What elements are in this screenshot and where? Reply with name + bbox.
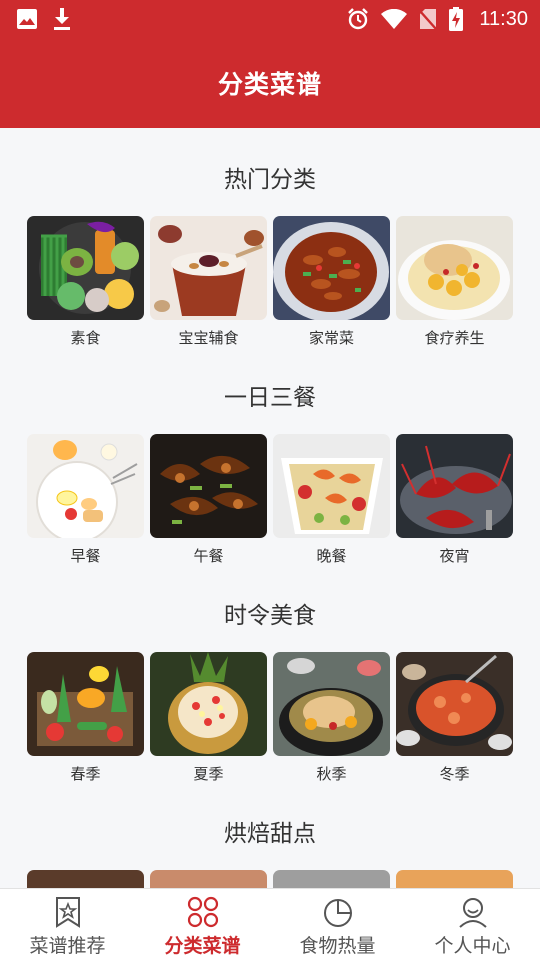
page-title: 分类菜谱 — [217, 70, 322, 99]
category-tile[interactable]: 冬季 — [396, 652, 513, 792]
category-label: 食疗养生 — [424, 329, 485, 347]
category-grid: 早餐 午餐 晚餐 夜宵 — [27, 434, 513, 574]
category-label: 晚餐 — [316, 547, 347, 565]
category-tile[interactable]: 素食 — [27, 216, 144, 356]
category-image — [27, 434, 144, 538]
alarm-icon — [348, 8, 369, 30]
battery-charging-icon — [449, 7, 464, 31]
category-grid: 春季 夏季 秋季 冬季 — [27, 652, 513, 792]
section-title: 一日三餐 — [224, 385, 316, 411]
category-image — [150, 870, 267, 888]
category-tile[interactable] — [396, 870, 513, 888]
image-icon — [17, 9, 37, 29]
category-image — [273, 216, 390, 320]
category-label: 早餐 — [70, 547, 101, 565]
nav-label: 食物热量 — [299, 935, 376, 957]
category-label: 宝宝辅食 — [178, 329, 239, 347]
category-tile[interactable]: 家常菜 — [273, 216, 390, 356]
app-header: 分类菜谱 — [0, 38, 540, 128]
category-tile[interactable]: 午餐 — [150, 434, 267, 574]
category-label: 春季 — [70, 765, 101, 783]
category-label: 秋季 — [316, 765, 347, 783]
nav-label: 分类菜谱 — [164, 935, 241, 957]
bottom-nav: 菜谱推荐 分类菜谱 食物热量 个人中心 — [0, 888, 540, 960]
category-image — [396, 652, 513, 756]
bookmark-star-icon — [56, 897, 80, 928]
category-image — [273, 652, 390, 756]
download-icon — [54, 8, 70, 30]
section-title: 时令美食 — [224, 603, 316, 629]
nav-item-personal-center[interactable]: 个人中心 — [405, 889, 540, 960]
category-image — [150, 652, 267, 756]
section-title: 烘焙甜点 — [224, 821, 316, 847]
category-tile[interactable]: 晚餐 — [273, 434, 390, 574]
category-tile[interactable]: 夏季 — [150, 652, 267, 792]
category-label: 家常菜 — [308, 329, 354, 347]
category-label: 素食 — [70, 329, 101, 347]
pie-chart-icon — [324, 899, 352, 927]
category-tile[interactable]: 早餐 — [27, 434, 144, 574]
category-image — [150, 216, 267, 320]
wifi-icon — [381, 9, 408, 29]
category-label: 冬季 — [439, 765, 470, 783]
nav-label: 个人中心 — [434, 935, 511, 957]
user-icon — [459, 898, 487, 928]
category-tile[interactable]: 食疗养生 — [396, 216, 513, 356]
category-image — [273, 434, 390, 538]
grid-icon — [187, 896, 219, 928]
category-label: 夜宵 — [439, 547, 470, 565]
category-image — [396, 870, 513, 888]
category-label: 午餐 — [193, 547, 224, 565]
nav-item-recipe-recommend[interactable]: 菜谱推荐 — [0, 889, 135, 960]
category-tile[interactable]: 春季 — [27, 652, 144, 792]
category-image — [27, 870, 144, 888]
category-image — [396, 216, 513, 320]
category-image — [396, 434, 513, 538]
category-grid — [27, 870, 513, 888]
category-image — [27, 216, 144, 320]
category-image — [27, 652, 144, 756]
status-bar: 11:30 — [0, 0, 540, 38]
nav-item-category-recipes[interactable]: 分类菜谱 — [135, 889, 270, 960]
category-tile[interactable]: 宝宝辅食 — [150, 216, 267, 356]
category-tile[interactable] — [150, 870, 267, 888]
category-image — [150, 434, 267, 538]
category-list[interactable]: 热门分类 素食 宝宝辅食 家常菜 食疗养生 一日三餐 早餐 午餐 晚餐 夜宵 时… — [0, 128, 540, 888]
nav-label: 菜谱推荐 — [29, 935, 106, 957]
nav-item-food-calories[interactable]: 食物热量 — [270, 889, 405, 960]
category-tile[interactable]: 秋季 — [273, 652, 390, 792]
category-grid: 素食 宝宝辅食 家常菜 食疗养生 — [27, 216, 513, 356]
category-label: 夏季 — [193, 765, 224, 783]
category-tile[interactable]: 夜宵 — [396, 434, 513, 574]
category-tile[interactable] — [273, 870, 390, 888]
category-tile[interactable] — [27, 870, 144, 888]
clock: 11:30 — [479, 7, 528, 30]
no-sim-icon — [419, 9, 438, 30]
category-image — [273, 870, 390, 888]
section-title: 热门分类 — [224, 167, 316, 193]
